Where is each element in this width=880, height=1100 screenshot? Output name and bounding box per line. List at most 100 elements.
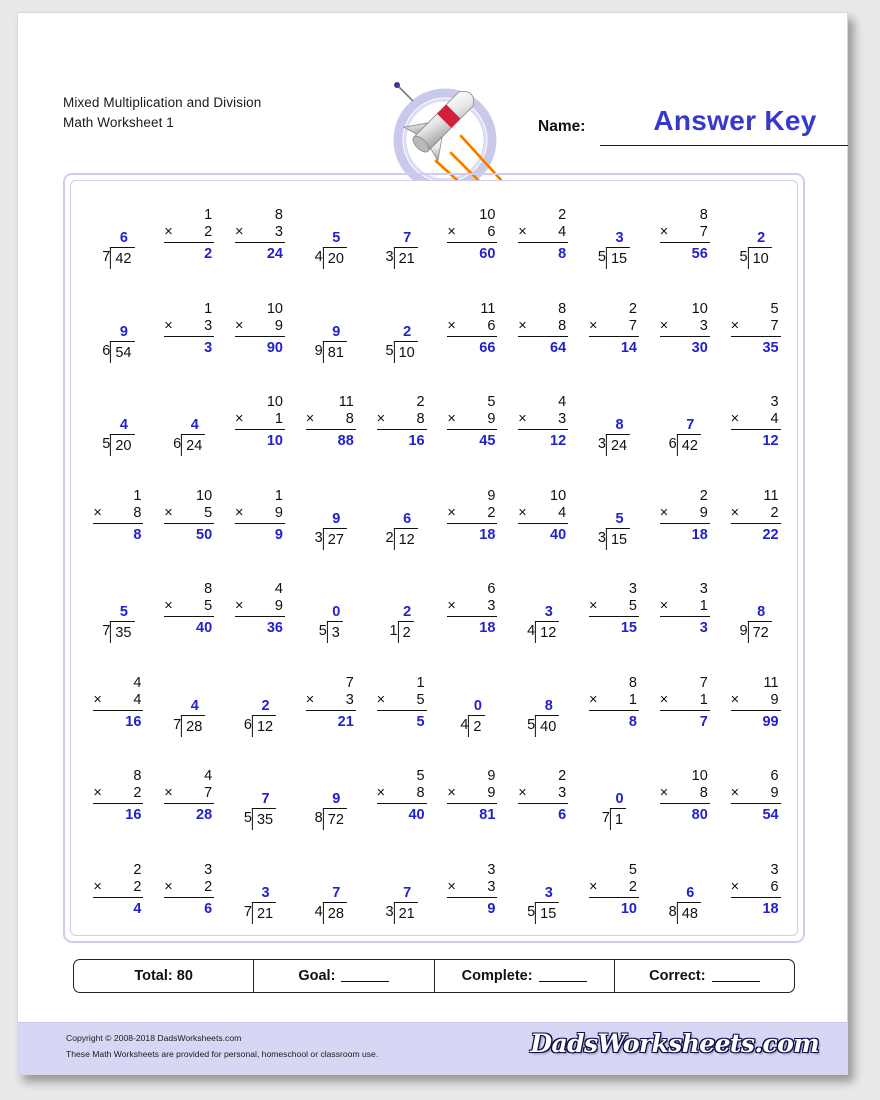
answer-value[interactable]: 3 xyxy=(257,885,274,902)
answer-value[interactable]: 9 xyxy=(447,898,497,919)
goal-blank[interactable] xyxy=(341,970,390,982)
multiplier: 5 xyxy=(204,504,213,521)
answer-value[interactable]: 9 xyxy=(115,324,132,341)
answer-value[interactable]: 90 xyxy=(235,337,285,358)
multiply-sign-icon: × xyxy=(234,411,244,427)
answer-value[interactable]: 7 xyxy=(257,791,274,808)
multiplier-row: × 3 xyxy=(164,318,215,337)
answer-value[interactable]: 8 xyxy=(518,243,568,264)
goal-cell[interactable]: Goal: xyxy=(254,960,435,992)
answer-value[interactable]: 64 xyxy=(518,337,568,358)
answer-value[interactable]: 0 xyxy=(473,698,482,715)
division-problem: 5 8 40 xyxy=(527,698,560,737)
answer-value[interactable]: 10 xyxy=(589,898,639,919)
answer-value[interactable]: 3 xyxy=(540,885,557,902)
answer-value[interactable]: 99 xyxy=(731,711,781,732)
multiplier-row: × 7 xyxy=(730,318,781,337)
answer-value[interactable]: 8 xyxy=(540,698,557,715)
answer-value[interactable]: 7 xyxy=(682,417,699,434)
answer-value[interactable]: 28 xyxy=(164,804,214,825)
answer-value[interactable]: 8 xyxy=(753,604,770,621)
answer-value[interactable]: 12 xyxy=(518,430,568,451)
answer-value[interactable]: 3 xyxy=(164,337,214,358)
answer-value[interactable]: 4 xyxy=(115,417,132,434)
answer-value[interactable]: 5 xyxy=(377,711,427,732)
answer-value[interactable]: 3 xyxy=(660,617,710,638)
answer-value[interactable]: 16 xyxy=(93,804,143,825)
answer-value[interactable]: 6 xyxy=(115,230,132,247)
answer-value[interactable]: 9 xyxy=(235,524,285,545)
answer-value[interactable]: 4 xyxy=(186,417,203,434)
answer-value[interactable]: 16 xyxy=(93,711,143,732)
answer-value[interactable]: 10 xyxy=(235,430,285,451)
answer-value[interactable]: 30 xyxy=(660,337,710,358)
answer-value[interactable]: 5 xyxy=(115,604,132,621)
answer-value[interactable]: 6 xyxy=(399,511,416,528)
answer-value[interactable]: 36 xyxy=(235,617,285,638)
answer-value[interactable]: 7 xyxy=(660,711,710,732)
correct-cell[interactable]: Correct: xyxy=(615,960,794,992)
multiplication-problem: 2 × 3 6 xyxy=(518,768,569,825)
answer-value[interactable]: 2 xyxy=(164,243,214,264)
answer-value[interactable]: 2 xyxy=(753,230,770,247)
multiplication-problem: 8 × 5 40 xyxy=(164,581,215,638)
answer-value[interactable]: 9 xyxy=(328,791,345,808)
problem-cell: 3 × 4 12 xyxy=(720,380,791,474)
answer-value[interactable]: 2 xyxy=(403,604,412,621)
answer-value[interactable]: 3 xyxy=(540,604,557,621)
answer-value[interactable]: 16 xyxy=(377,430,427,451)
answer-value[interactable]: 21 xyxy=(306,711,356,732)
answer-value[interactable]: 18 xyxy=(660,524,710,545)
answer-value[interactable]: 9 xyxy=(328,511,345,528)
answer-value[interactable]: 6 xyxy=(164,898,214,919)
answer-value[interactable]: 40 xyxy=(377,804,427,825)
answer-value[interactable]: 8 xyxy=(611,417,628,434)
answer-value[interactable]: 2 xyxy=(257,698,274,715)
answer-value[interactable]: 18 xyxy=(447,524,497,545)
worksheet-footer: Copyright © 2008-2018 DadsWorksheets.com… xyxy=(18,1022,847,1074)
answer-value[interactable]: 60 xyxy=(447,243,497,264)
complete-blank[interactable] xyxy=(538,970,587,982)
answer-value[interactable]: 45 xyxy=(447,430,497,451)
answer-value[interactable]: 0 xyxy=(615,791,624,808)
answer-value[interactable]: 8 xyxy=(589,711,639,732)
answer-value[interactable]: 6 xyxy=(518,804,568,825)
answer-value[interactable]: 88 xyxy=(306,430,356,451)
correct-blank[interactable] xyxy=(711,970,760,982)
multiply-sign-icon: × xyxy=(518,317,527,334)
answer-value[interactable]: 9 xyxy=(328,324,345,341)
multiply-sign-icon: × xyxy=(93,878,102,895)
answer-value[interactable]: 66 xyxy=(447,337,497,358)
answer-value[interactable]: 2 xyxy=(399,324,416,341)
answer-value[interactable]: 8 xyxy=(93,524,143,545)
multiplicand: 6 xyxy=(487,581,496,597)
answer-value[interactable]: 15 xyxy=(589,617,639,638)
name-input-rule[interactable] xyxy=(600,145,848,146)
answer-value[interactable]: 4 xyxy=(93,898,143,919)
answer-value[interactable]: 5 xyxy=(611,511,628,528)
answer-value[interactable]: 18 xyxy=(447,617,497,638)
answer-value[interactable]: 3 xyxy=(611,230,628,247)
answer-value[interactable]: 0 xyxy=(332,604,341,621)
answer-value[interactable]: 7 xyxy=(399,230,416,247)
answer-value[interactable]: 35 xyxy=(731,337,781,358)
complete-cell[interactable]: Complete: xyxy=(435,960,615,992)
answer-value[interactable]: 56 xyxy=(660,243,710,264)
answer-value[interactable]: 40 xyxy=(518,524,568,545)
answer-value[interactable]: 81 xyxy=(447,804,497,825)
answer-value[interactable]: 6 xyxy=(682,885,699,902)
answer-value[interactable]: 40 xyxy=(164,617,214,638)
answer-value[interactable]: 7 xyxy=(399,885,416,902)
answer-value[interactable]: 5 xyxy=(328,230,345,247)
answer-value[interactable]: 7 xyxy=(328,885,345,902)
answer-value[interactable]: 14 xyxy=(589,337,639,358)
answer-value[interactable]: 22 xyxy=(731,524,781,545)
answer-value[interactable]: 24 xyxy=(235,243,285,264)
problem-cell: 10 × 9 90 xyxy=(225,287,296,381)
answer-value[interactable]: 50 xyxy=(164,524,214,545)
answer-value[interactable]: 4 xyxy=(186,698,203,715)
answer-value[interactable]: 18 xyxy=(731,898,781,919)
answer-value[interactable]: 12 xyxy=(731,430,781,451)
answer-value[interactable]: 54 xyxy=(731,804,781,825)
answer-value[interactable]: 80 xyxy=(660,804,710,825)
